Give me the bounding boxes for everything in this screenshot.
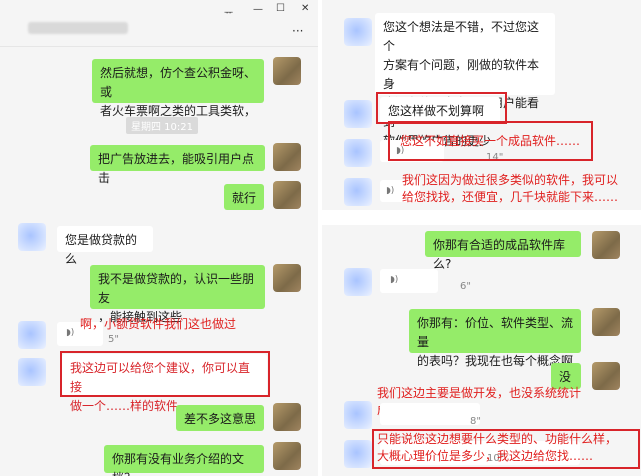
close-icon[interactable]: ✕ bbox=[301, 3, 309, 14]
message-bubble[interactable]: 您这个想法是不错，不过您这个 方案有个问题，刚做的软件本身 也没有什么客户量，用… bbox=[375, 13, 555, 148]
contact-name-blurred bbox=[28, 22, 128, 34]
avatar[interactable] bbox=[18, 321, 46, 349]
avatar[interactable] bbox=[344, 100, 372, 128]
highlight-box bbox=[372, 429, 640, 469]
avatar[interactable] bbox=[344, 440, 372, 468]
maximize-icon[interactable]: ☐ bbox=[276, 3, 285, 14]
timestamp: 星期四 10:21 bbox=[126, 117, 198, 134]
avatar[interactable] bbox=[273, 403, 301, 431]
avatar[interactable] bbox=[344, 178, 372, 206]
avatar[interactable] bbox=[273, 57, 301, 85]
highlight-box bbox=[376, 92, 507, 124]
more-icon[interactable]: ··· bbox=[292, 24, 303, 38]
chat-window-right-bottom: 你那有合适的成品软件库么? ◗) 6" 你那有：价位、软件类型、流量 的表吗？我… bbox=[322, 225, 641, 476]
annotation: 我们这因为做过很多类似的软件，我可以 给您找找，还便宜，几千块就能下来…… bbox=[402, 173, 619, 204]
voice-icon: ◗) bbox=[386, 186, 395, 196]
message-bubble[interactable]: 然后就想，仿个查公积金呀、或 者火车票啊之类的工具类软， bbox=[92, 59, 264, 118]
voice-message[interactable] bbox=[380, 403, 480, 425]
avatar[interactable] bbox=[273, 442, 301, 470]
message-bubble[interactable]: 就行 bbox=[224, 184, 264, 210]
highlight-box bbox=[60, 351, 270, 397]
avatar[interactable] bbox=[273, 181, 301, 209]
header-divider bbox=[0, 46, 318, 47]
avatar[interactable] bbox=[273, 264, 301, 292]
chat-window-left: ᅲ — ☐ ✕ ··· 然后就想，仿个查公积金呀、或 者火车票啊之类的工具类软，… bbox=[0, 0, 318, 476]
voice-message[interactable] bbox=[380, 269, 438, 293]
message-bubble[interactable]: 你那有没有业务介绍的文档？ bbox=[104, 445, 264, 476]
avatar[interactable] bbox=[18, 358, 46, 386]
message-bubble[interactable]: 你那有：价位、软件类型、流量 的表吗？我现在也每个概念啊 bbox=[409, 309, 581, 368]
voice-duration: 6" bbox=[460, 281, 471, 292]
message-bubble[interactable]: 我不是做贷款的，认识一些朋友 ，能接触到这些 bbox=[90, 265, 265, 324]
annotation: 啊，小额贷软件我们这也做过 bbox=[80, 317, 237, 331]
voice-icon: ◗) bbox=[66, 328, 75, 338]
highlight-box bbox=[388, 121, 593, 161]
message-bubble[interactable]: 把广告放进去，能吸引用户点击 bbox=[90, 145, 265, 185]
avatar[interactable] bbox=[344, 18, 372, 46]
minimize-icon[interactable]: — bbox=[253, 4, 263, 15]
avatar[interactable] bbox=[344, 139, 372, 167]
message-bubble[interactable]: 差不多这意思 bbox=[176, 405, 264, 431]
avatar[interactable] bbox=[344, 268, 372, 296]
chat-window-right-top: 您这个想法是不错，不过您这个 方案有个问题，刚做的软件本身 也没有什么客户量，用… bbox=[322, 0, 641, 210]
pin-icon[interactable]: ᅲ bbox=[224, 4, 233, 19]
avatar[interactable] bbox=[344, 401, 372, 429]
avatar[interactable] bbox=[592, 231, 620, 259]
message-bubble[interactable]: 您是做贷款的么 bbox=[57, 226, 153, 266]
avatar[interactable] bbox=[18, 223, 46, 251]
voice-icon: ◗) bbox=[390, 275, 399, 285]
avatar[interactable] bbox=[273, 143, 301, 171]
voice-duration: 8" bbox=[470, 416, 481, 427]
voice-duration: 5" bbox=[108, 334, 119, 345]
message-bubble[interactable]: 你那有合适的成品软件库么? bbox=[425, 231, 581, 271]
avatar[interactable] bbox=[592, 362, 620, 390]
avatar[interactable] bbox=[592, 308, 620, 336]
